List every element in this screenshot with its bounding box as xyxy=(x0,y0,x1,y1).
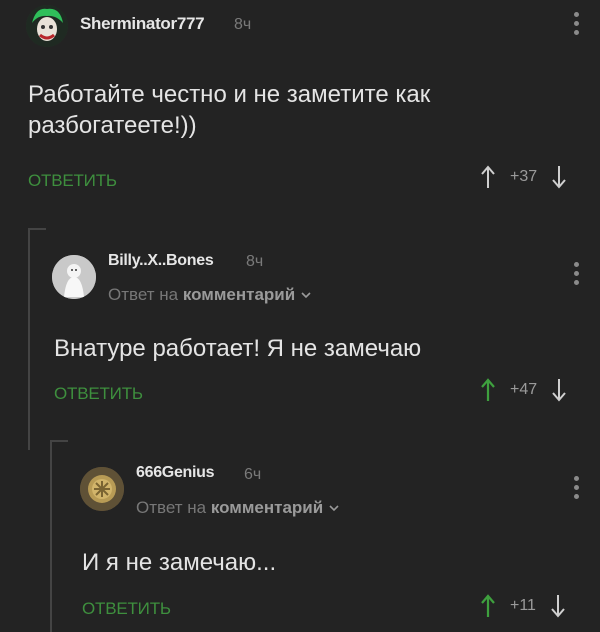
kebab-menu-icon[interactable] xyxy=(574,476,580,503)
upvote-arrow-icon[interactable] xyxy=(480,594,496,618)
reply-to-link[interactable]: Ответ на комментарий xyxy=(108,285,312,305)
comment-text-line: Внатуре работает! Я не замечаю xyxy=(54,335,422,362)
score: +47 xyxy=(510,381,538,398)
comment-time: 8ч xyxy=(234,16,252,33)
comment-author[interactable]: Sherminator777 xyxy=(80,14,205,34)
chevron-down-icon[interactable] xyxy=(328,498,340,517)
comment-author[interactable]: Billy..X..Bones xyxy=(108,252,214,270)
vote-controls: +37 xyxy=(480,165,567,189)
ghost-avatar[interactable] xyxy=(52,255,96,299)
comment-text: Работайте честно и не заметите как разбо… xyxy=(28,80,430,141)
score: +37 xyxy=(510,168,538,185)
thread-line-level-1 xyxy=(28,228,46,450)
comment-time: 6ч xyxy=(244,466,262,483)
comment-time: 8ч xyxy=(246,253,264,270)
comment-text-line: разбогатеете!)) xyxy=(28,111,197,139)
reply-to-prefix: Ответ на xyxy=(136,498,207,517)
reply-button[interactable]: ОТВЕТИТЬ xyxy=(82,599,171,619)
reply-to-prefix: Ответ на xyxy=(108,285,179,304)
vote-controls: +47 xyxy=(480,378,567,402)
comment-text-line: Работайте честно и не заметите как xyxy=(28,81,431,108)
reply-to-comment-link[interactable]: комментарий xyxy=(211,498,323,517)
upvote-arrow-icon[interactable] xyxy=(480,378,496,402)
downvote-arrow-icon[interactable] xyxy=(551,165,567,189)
vote-controls: +11 xyxy=(480,594,566,618)
thread-line-level-2 xyxy=(50,440,68,632)
downvote-arrow-icon[interactable] xyxy=(551,378,567,402)
kebab-menu-icon[interactable] xyxy=(574,262,580,289)
downvote-arrow-icon[interactable] xyxy=(550,594,566,618)
comment-text: Внатуре работает! Я не замечаю xyxy=(54,334,421,365)
reply-button[interactable]: ОТВЕТИТЬ xyxy=(28,171,117,191)
kebab-menu-icon[interactable] xyxy=(574,12,580,39)
score: +11 xyxy=(510,597,536,614)
chevron-down-icon[interactable] xyxy=(300,285,312,304)
upvote-arrow-icon[interactable] xyxy=(480,165,496,189)
coin-avatar[interactable] xyxy=(80,467,124,511)
joker-avatar[interactable] xyxy=(26,5,68,47)
comment-text-line: И я не замечаю... xyxy=(82,549,277,576)
reply-to-link[interactable]: Ответ на комментарий xyxy=(136,498,340,518)
reply-button[interactable]: ОТВЕТИТЬ xyxy=(54,384,143,404)
comment-author[interactable]: 666Genius xyxy=(136,464,215,482)
reply-to-comment-link[interactable]: комментарий xyxy=(183,285,295,304)
comment-text: И я не замечаю... xyxy=(82,548,276,579)
